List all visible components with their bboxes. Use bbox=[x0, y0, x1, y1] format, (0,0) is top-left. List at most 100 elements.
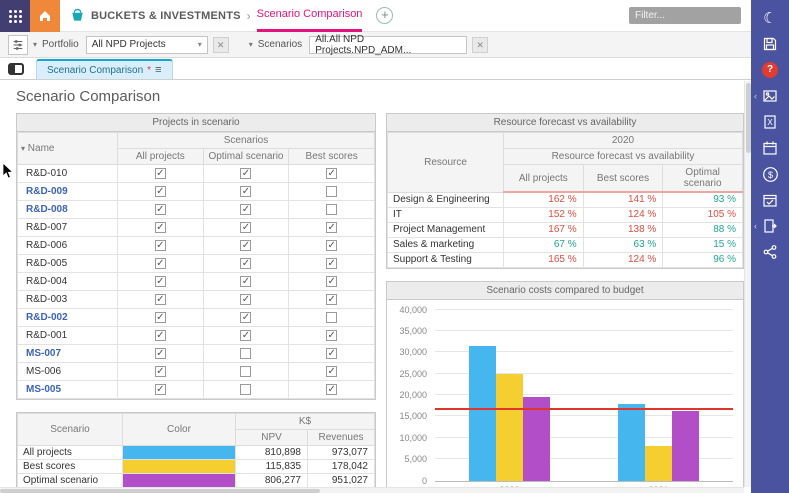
resource-value: 15 % bbox=[663, 237, 743, 252]
theme-moon-button[interactable]: ☾ bbox=[751, 5, 789, 31]
project-checkbox[interactable]: ✓ bbox=[326, 366, 337, 377]
project-checkbox[interactable]: ✓ bbox=[155, 348, 166, 359]
project-name[interactable]: MS-007 bbox=[18, 345, 118, 363]
projects-col-best-scores[interactable]: Best scores bbox=[289, 149, 375, 165]
scenarios-value: All.All NPD Projects.NPD_ADM... bbox=[315, 34, 461, 56]
project-checkbox[interactable]: ✓ bbox=[155, 312, 166, 323]
resource-col-all-projects[interactable]: All projects bbox=[504, 165, 584, 193]
filter-input[interactable] bbox=[629, 7, 741, 24]
legend-revenues: 951,027 bbox=[308, 474, 375, 488]
project-checkbox[interactable]: ✓ bbox=[155, 258, 166, 269]
export-image-button[interactable]: ‹ bbox=[751, 83, 789, 109]
projects-col-optimal-scenario[interactable]: Optimal scenario bbox=[203, 149, 289, 165]
schedule-button[interactable] bbox=[751, 187, 789, 213]
project-name[interactable]: R&D-002 bbox=[18, 309, 118, 327]
project-checkbox[interactable]: ✓ bbox=[326, 168, 337, 179]
resource-col-best-scores[interactable]: Best scores bbox=[583, 165, 663, 193]
project-checkbox[interactable]: ✓ bbox=[155, 168, 166, 179]
legend-npv: 810,898 bbox=[236, 446, 308, 460]
resource-row: Sales & marketing67 %63 %15 % bbox=[388, 237, 743, 252]
excel-export-button[interactable]: X bbox=[751, 109, 789, 135]
horizontal-scrollbar[interactable] bbox=[0, 487, 744, 493]
project-checkbox[interactable]: ✓ bbox=[155, 276, 166, 287]
project-checkbox[interactable]: ✓ bbox=[326, 348, 337, 359]
share-icon bbox=[762, 244, 778, 260]
expand-chevron-icon: ‹ bbox=[754, 91, 757, 101]
project-checkbox[interactable]: ✓ bbox=[240, 168, 251, 179]
portfolio-collapse-caret-icon[interactable]: ▾ bbox=[33, 40, 37, 49]
tab-menu-icon[interactable]: ≡ bbox=[155, 64, 161, 76]
main-tab[interactable]: BUCKETS & INVESTMENTS › Scenario Compari… bbox=[60, 0, 374, 31]
portfolio-select[interactable]: All NPD Projects ▾ bbox=[86, 36, 208, 54]
add-tab-button[interactable]: + bbox=[376, 7, 393, 24]
project-name[interactable]: MS-005 bbox=[18, 381, 118, 399]
calendar-button[interactable] bbox=[751, 135, 789, 161]
bar-all-projects bbox=[469, 346, 496, 481]
apps-grid-icon[interactable] bbox=[0, 0, 30, 32]
legend-scenario: Optimal scenario bbox=[18, 474, 123, 488]
project-checkbox[interactable] bbox=[240, 384, 251, 395]
projects-col-name[interactable]: ▾ Name bbox=[18, 133, 118, 165]
project-checkbox[interactable] bbox=[240, 348, 251, 359]
project-checkbox[interactable]: ✓ bbox=[326, 384, 337, 395]
filter-settings-icon[interactable] bbox=[8, 35, 28, 55]
project-checkbox[interactable]: ✓ bbox=[326, 240, 337, 251]
project-checkbox[interactable]: ✓ bbox=[326, 258, 337, 269]
project-checkbox[interactable]: ✓ bbox=[240, 312, 251, 323]
calendar-icon bbox=[762, 140, 778, 156]
project-checkbox[interactable] bbox=[326, 312, 337, 323]
project-checkbox[interactable] bbox=[326, 186, 337, 197]
projects-col-all-projects[interactable]: All projects bbox=[118, 149, 204, 165]
resource-row: IT152 %124 %105 % bbox=[388, 207, 743, 222]
moon-icon: ☾ bbox=[763, 9, 776, 27]
project-checkbox[interactable]: ✓ bbox=[326, 294, 337, 305]
project-checkbox[interactable]: ✓ bbox=[155, 330, 166, 341]
project-checkbox[interactable]: ✓ bbox=[155, 204, 166, 215]
resource-name: Sales & marketing bbox=[388, 237, 504, 252]
y-tick-label: 40,000 bbox=[399, 305, 427, 315]
project-checkbox[interactable]: ✓ bbox=[326, 330, 337, 341]
project-name[interactable]: R&D-009 bbox=[18, 183, 118, 201]
project-checkbox[interactable]: ✓ bbox=[326, 276, 337, 287]
project-checkbox[interactable]: ✓ bbox=[240, 222, 251, 233]
legend-col-npv: NPV bbox=[236, 430, 308, 446]
project-name: R&D-001 bbox=[18, 327, 118, 345]
project-checkbox[interactable]: ✓ bbox=[155, 366, 166, 377]
project-name[interactable]: R&D-008 bbox=[18, 201, 118, 219]
project-checkbox[interactable]: ✓ bbox=[155, 186, 166, 197]
scenarios-clear-button[interactable]: ✕ bbox=[472, 37, 488, 53]
scenarios-collapse-caret-icon[interactable]: ▾ bbox=[249, 40, 253, 49]
project-checkbox[interactable]: ✓ bbox=[155, 240, 166, 251]
project-checkbox[interactable]: ✓ bbox=[155, 384, 166, 395]
svg-text:X: X bbox=[767, 118, 773, 127]
portfolio-clear-button[interactable]: ✕ bbox=[213, 37, 229, 53]
project-checkbox[interactable]: ✓ bbox=[240, 330, 251, 341]
project-checkbox[interactable]: ✓ bbox=[240, 294, 251, 305]
tab-scenario-comparison[interactable]: Scenario Comparison * ≡ bbox=[36, 59, 173, 79]
project-checkbox[interactable] bbox=[240, 366, 251, 377]
project-checkbox[interactable]: ✓ bbox=[240, 258, 251, 269]
document-export-button[interactable]: ‹ bbox=[751, 213, 789, 239]
svg-text:$: $ bbox=[767, 170, 772, 180]
project-checkbox[interactable]: ✓ bbox=[326, 222, 337, 233]
project-checkbox[interactable]: ✓ bbox=[155, 222, 166, 233]
project-checkbox[interactable]: ✓ bbox=[240, 186, 251, 197]
name-sort-caret-icon[interactable]: ▾ bbox=[21, 144, 25, 153]
scenarios-select[interactable]: All.All NPD Projects.NPD_ADM... bbox=[309, 36, 467, 54]
chart-plot bbox=[435, 310, 733, 482]
project-checkbox[interactable]: ✓ bbox=[240, 276, 251, 287]
help-button[interactable]: ? bbox=[751, 57, 789, 83]
vertical-scrollbar[interactable] bbox=[744, 81, 751, 487]
project-checkbox[interactable]: ✓ bbox=[240, 204, 251, 215]
resource-col-optimal-scenario[interactable]: Optimal scenario bbox=[663, 165, 743, 193]
save-button[interactable] bbox=[751, 31, 789, 57]
cost-button[interactable]: $ bbox=[751, 161, 789, 187]
horizontal-scrollbar-thumb[interactable] bbox=[0, 489, 320, 493]
panel-toggle-icon[interactable] bbox=[8, 63, 24, 75]
breadcrumb-root[interactable]: BUCKETS & INVESTMENTS bbox=[91, 10, 241, 22]
project-checkbox[interactable]: ✓ bbox=[240, 240, 251, 251]
project-checkbox[interactable] bbox=[326, 204, 337, 215]
home-icon[interactable] bbox=[30, 0, 60, 32]
share-button[interactable] bbox=[751, 239, 789, 265]
project-checkbox[interactable]: ✓ bbox=[155, 294, 166, 305]
